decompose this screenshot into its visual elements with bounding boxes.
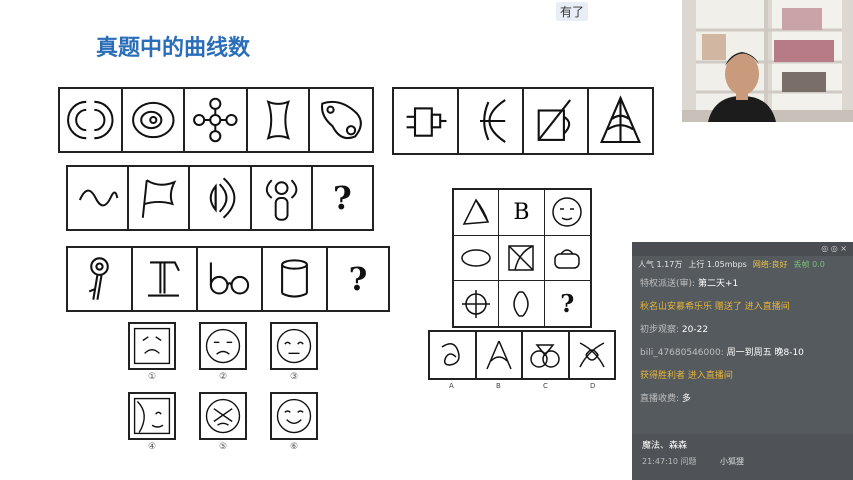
grid-cell: B [499, 190, 545, 236]
puzzle-grid: B ? [452, 188, 592, 328]
chat-message: 秋名山安慕希乐乐 赠送了 进入直播间 [640, 302, 790, 312]
figure-cell [589, 89, 652, 153]
face-number: ⑤ [218, 442, 228, 452]
figure-cell [60, 89, 123, 151]
grid-cell [454, 235, 500, 282]
option-d [570, 332, 615, 378]
figure-cell [252, 167, 313, 229]
slide-title: 真题中的曲线数 [96, 36, 251, 61]
figure-cell [129, 167, 191, 229]
stream-stats: 人气 1.17万 上行 1.05mbps 网络:良好 丢帧 0.0 [632, 256, 853, 273]
figure-cell [185, 89, 248, 151]
figure-cell: ? [328, 248, 388, 310]
face-figure-3 [270, 322, 318, 370]
figure-cell [198, 248, 263, 310]
grid-cell [544, 190, 590, 236]
chat-panel: ◎ ◎ × 人气 1.17万 上行 1.05mbps 网络:良好 丢帧 0.0 … [632, 242, 853, 480]
face-figure-5 [199, 392, 247, 440]
option-label-a: A [449, 382, 454, 390]
chat-message: 特权派送(审): 第二天+1 [640, 279, 739, 289]
grid-cell [454, 281, 500, 326]
lag-stat: 丢帧 0.0 [793, 260, 825, 269]
option-label-d: D [590, 382, 596, 390]
figure-cell [524, 89, 589, 153]
option-c [523, 332, 570, 378]
option-label-c: C [543, 382, 548, 390]
face-number: ① [147, 372, 157, 382]
figure-row-2: ? [66, 165, 374, 231]
footer-time: 21:47:10 问题 [642, 457, 697, 466]
question-mark: ? [560, 289, 575, 319]
chat-message: 获得胜利者 进入直播间 [640, 371, 733, 381]
figure-cell [459, 89, 524, 153]
figure-cell [68, 167, 130, 229]
face-figure-4 [128, 392, 176, 440]
face-figure-2 [199, 322, 247, 370]
figure-row-1b [392, 87, 654, 155]
face-number: ④ [147, 442, 157, 452]
figure-cell [123, 89, 186, 151]
chat-footer: 魔法、森森 21:47:10 问题 小狐狸 [632, 434, 853, 480]
chat-message: 直播收费: 多 [640, 394, 691, 404]
chat-window-controls[interactable]: ◎ ◎ × [632, 242, 853, 256]
figure-cell [394, 89, 459, 153]
chat-message: 初步观察: 20-22 [640, 325, 709, 335]
grid-cell: ? [545, 281, 590, 326]
figure-cell [133, 248, 198, 310]
grid-cell [544, 236, 590, 282]
figure-cell [68, 248, 133, 310]
grid-cell [454, 190, 500, 236]
popularity-stat: 人气 1.17万 [638, 260, 683, 269]
webcam-video [682, 0, 853, 122]
figure-cell [190, 167, 252, 229]
question-mark: ? [348, 260, 368, 298]
options-row [428, 330, 616, 380]
figure-cell: ? [313, 167, 372, 229]
figure-row-3: ? [66, 246, 390, 312]
face-figure-1 [128, 322, 176, 370]
letter-b: B [513, 199, 530, 225]
face-figure-6 [270, 392, 318, 440]
question-mark: ? [333, 179, 352, 217]
option-label-b: B [496, 382, 501, 390]
grid-cell [499, 235, 545, 282]
face-number: ③ [289, 372, 299, 382]
grid-cell [499, 281, 545, 326]
figure-cell [310, 89, 372, 151]
top-badge: 有了 [556, 2, 589, 21]
footer-sender: 小狐狸 [720, 457, 744, 466]
footer-line: 魔法、森森 [642, 441, 688, 451]
face-number: ② [218, 372, 228, 382]
upload-stat: 上行 1.05mbps [688, 260, 747, 269]
option-a [430, 332, 477, 378]
figure-row-1 [58, 87, 374, 153]
network-stat: 网络:良好 [752, 260, 788, 269]
chat-message: bili_47680546000: 周一到周五 晚8-10 [640, 348, 804, 358]
face-number: ⑥ [289, 442, 299, 452]
figure-cell [263, 248, 328, 310]
figure-cell [248, 89, 311, 151]
option-b [477, 332, 523, 378]
